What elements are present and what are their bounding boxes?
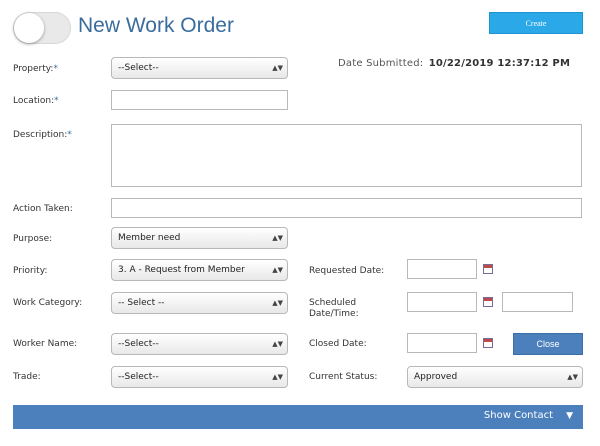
trade-label: Trade: xyxy=(13,372,41,382)
show-contact-bar[interactable]: Show Contact ▼ xyxy=(13,405,583,429)
updown-arrow-icon: ▲▼ xyxy=(272,340,283,348)
trade-select[interactable]: --Select-- ▲▼ xyxy=(111,366,288,388)
closed-date-label: Closed Date: xyxy=(309,339,367,349)
calendar-icon[interactable] xyxy=(483,338,493,348)
purpose-label: Purpose: xyxy=(13,234,53,244)
location-label: Location:* xyxy=(13,96,59,106)
description-textarea[interactable] xyxy=(111,124,582,187)
scheduled-time-input[interactable] xyxy=(502,292,573,312)
action-taken-label: Action Taken: xyxy=(13,204,73,214)
updown-arrow-icon: ▲▼ xyxy=(567,373,578,381)
work-category-select[interactable]: -- Select -- ▲▼ xyxy=(111,292,288,314)
action-taken-input[interactable] xyxy=(111,198,582,218)
worker-name-label: Worker Name: xyxy=(13,339,78,349)
scheduled-date-label: Scheduled Date/Time: xyxy=(309,298,359,319)
location-input[interactable] xyxy=(111,90,288,110)
close-button[interactable]: Close xyxy=(513,333,583,355)
chevron-down-icon: ▼ xyxy=(566,411,573,421)
work-category-label: Work Category: xyxy=(13,298,83,308)
updown-arrow-icon: ▲▼ xyxy=(272,266,283,274)
updown-arrow-icon: ▲▼ xyxy=(272,299,283,307)
property-label: Property:* xyxy=(13,64,58,74)
page-title: New Work Order xyxy=(78,14,234,37)
toggle-switch[interactable] xyxy=(13,12,71,44)
priority-select[interactable]: 3. A - Request from Member ▲▼ xyxy=(111,259,288,281)
show-contact-label: Show Contact xyxy=(483,410,553,421)
requested-date-label: Requested Date: xyxy=(309,266,385,276)
create-button[interactable]: Create xyxy=(489,12,583,34)
worker-name-select[interactable]: --Select-- ▲▼ xyxy=(111,333,288,355)
calendar-icon[interactable] xyxy=(483,297,493,307)
purpose-select[interactable]: Member need ▲▼ xyxy=(111,227,288,249)
scheduled-date-input[interactable] xyxy=(407,292,477,312)
current-status-label: Current Status: xyxy=(309,372,378,382)
property-select[interactable]: --Select-- ▲▼ xyxy=(111,57,288,79)
closed-date-input[interactable] xyxy=(407,333,477,353)
updown-arrow-icon: ▲▼ xyxy=(272,64,283,72)
toggle-knob xyxy=(14,13,44,43)
date-submitted: Date Submitted: 10/22/2019 12:37:12 PM xyxy=(338,58,571,69)
updown-arrow-icon: ▲▼ xyxy=(272,234,283,242)
updown-arrow-icon: ▲▼ xyxy=(272,373,283,381)
requested-date-input[interactable] xyxy=(407,259,477,279)
description-label: Description:* xyxy=(13,130,72,140)
calendar-icon[interactable] xyxy=(483,264,493,274)
priority-label: Priority: xyxy=(13,266,48,276)
current-status-select[interactable]: Approved ▲▼ xyxy=(407,366,583,388)
